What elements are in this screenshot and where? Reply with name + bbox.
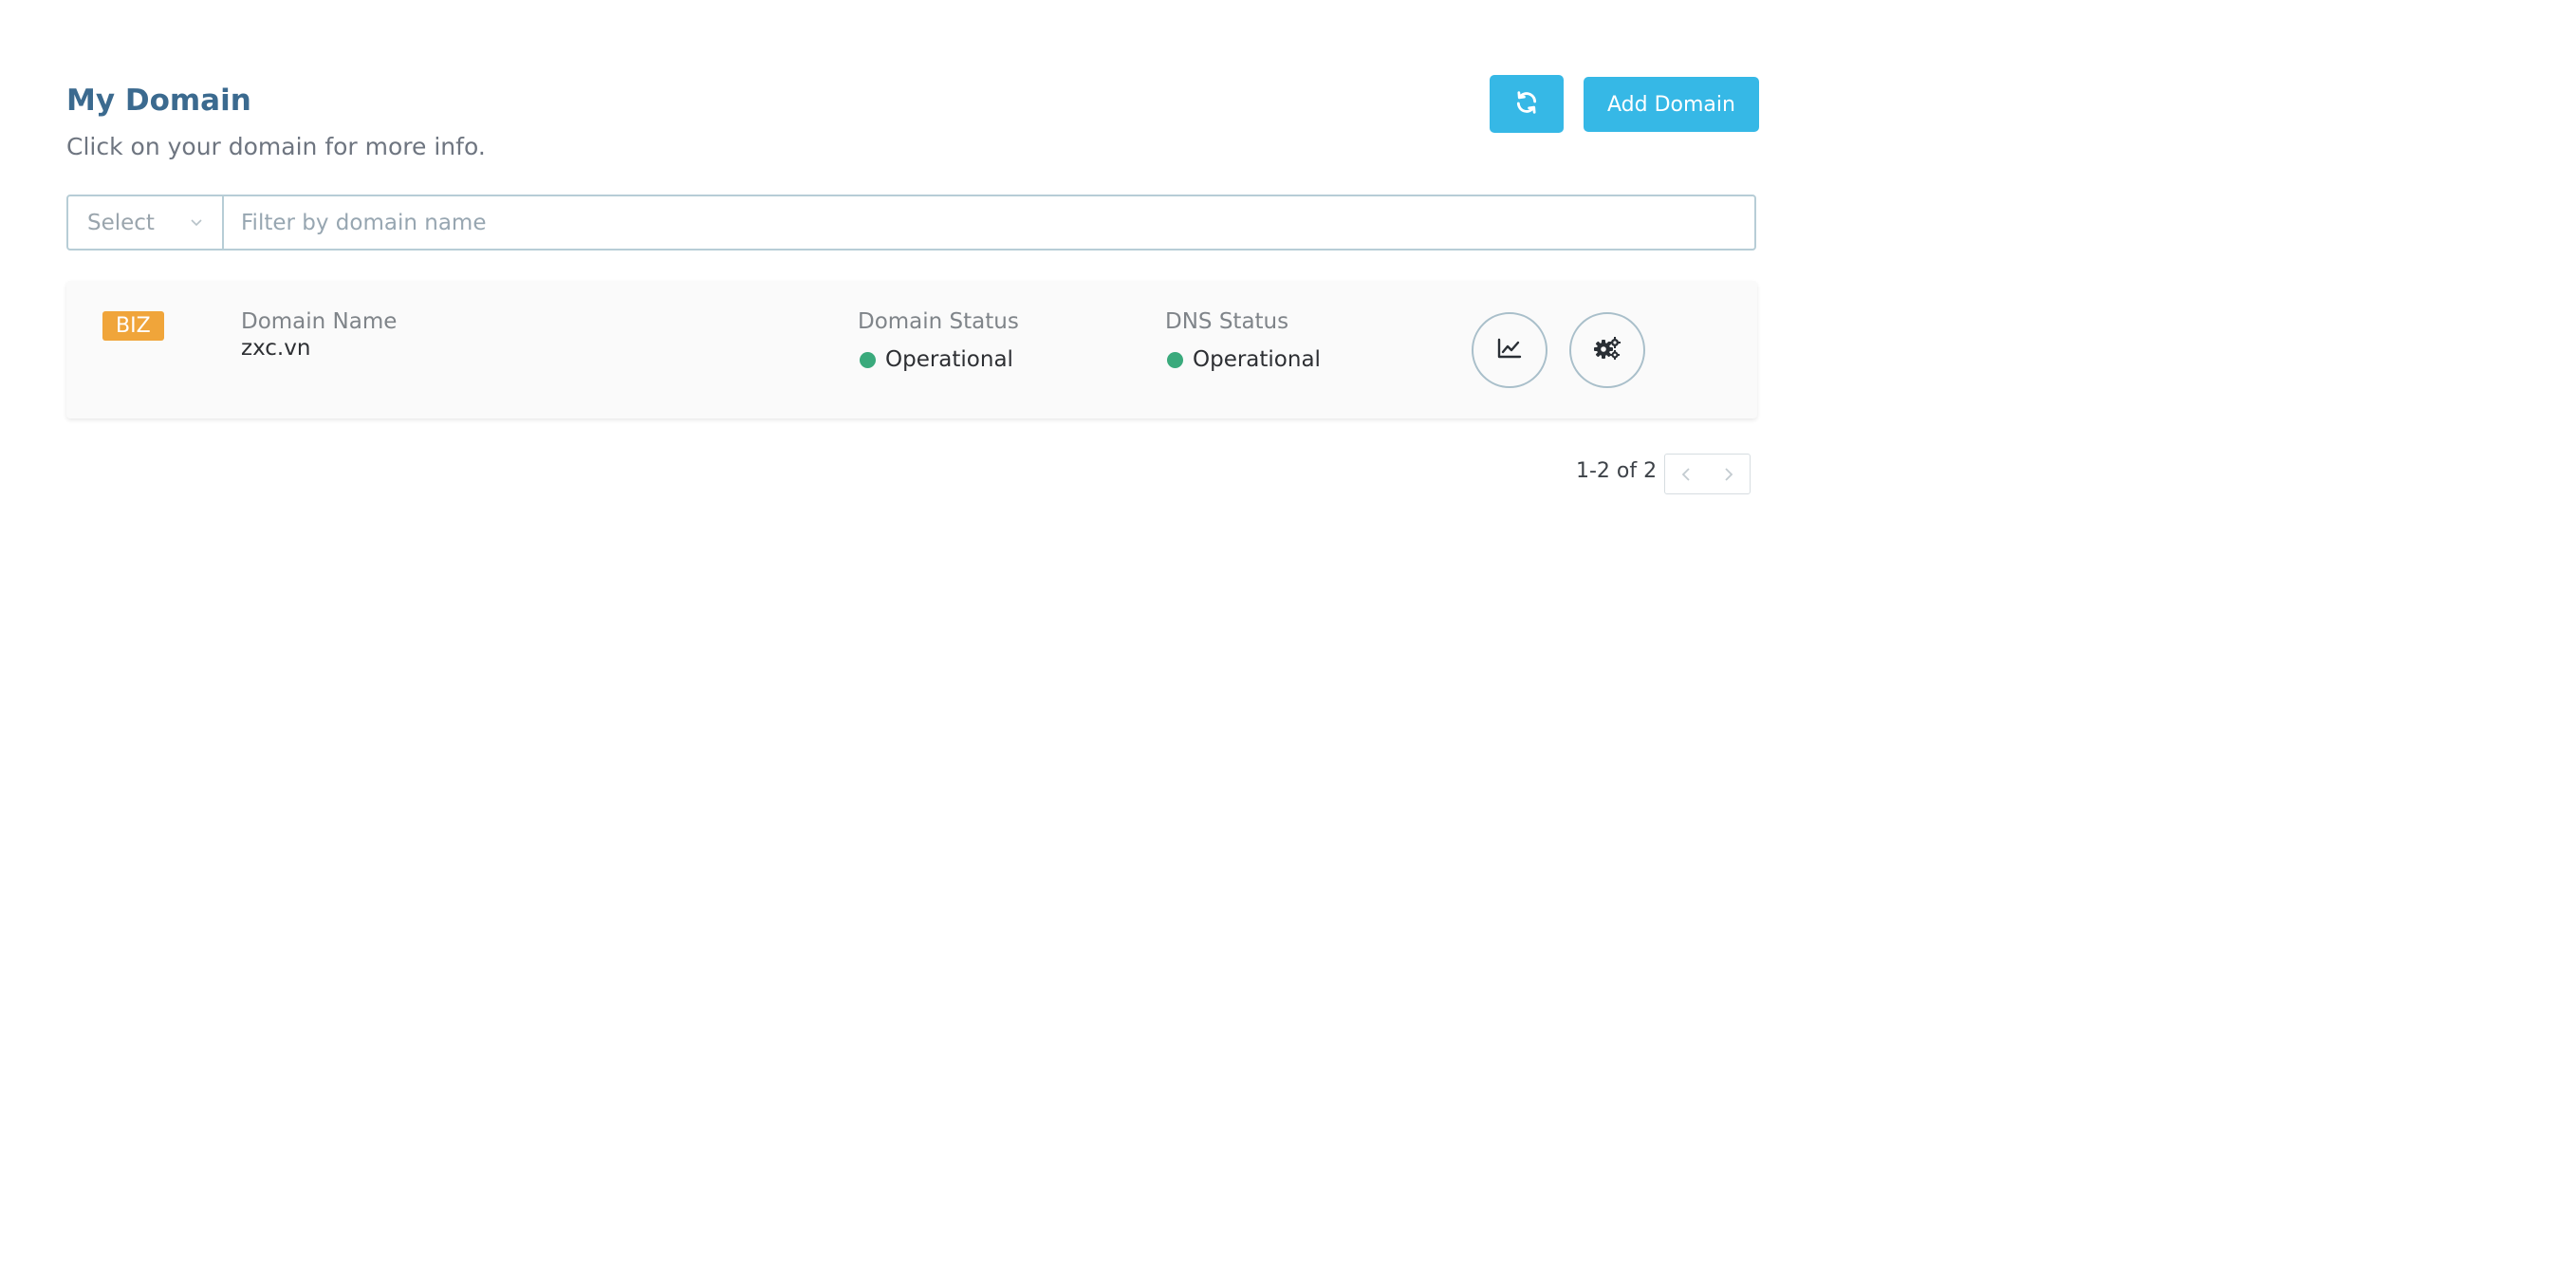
tld-select-label: Select xyxy=(87,210,155,235)
domain-name-label: Domain Name xyxy=(241,309,398,334)
filter-bar: Select xyxy=(66,195,1756,251)
statistics-button[interactable] xyxy=(1472,312,1547,388)
status-ok-dot xyxy=(860,351,876,368)
pagination xyxy=(1664,454,1751,494)
tld-badge: BIZ xyxy=(102,311,164,341)
add-domain-button[interactable]: Add Domain xyxy=(1584,77,1759,132)
domain-status-value: Operational xyxy=(885,347,1013,372)
chevron-left-icon xyxy=(1681,467,1690,481)
domain-filter-input[interactable] xyxy=(224,196,1754,249)
refresh-icon xyxy=(1514,90,1539,119)
domain-card[interactable]: BIZ Domain Name zxc.vn Domain Status Ope… xyxy=(66,281,1757,418)
prev-page-button[interactable] xyxy=(1665,455,1708,493)
dns-status: Operational xyxy=(1167,347,1321,372)
domain-name-value[interactable]: zxc.vn xyxy=(241,336,310,361)
tld-select[interactable]: Select xyxy=(68,196,224,249)
page-title: My Domain xyxy=(66,84,251,118)
gears-icon xyxy=(1592,335,1622,365)
page-subtitle: Click on your domain for more info. xyxy=(66,133,486,160)
settings-button[interactable] xyxy=(1569,312,1645,388)
chevron-down-icon xyxy=(190,214,203,232)
next-page-button[interactable] xyxy=(1708,455,1751,493)
refresh-button[interactable] xyxy=(1490,75,1564,133)
dns-status-value: Operational xyxy=(1193,347,1321,372)
chevron-right-icon xyxy=(1725,467,1733,481)
domain-status: Operational xyxy=(860,347,1013,372)
dns-status-label: DNS Status xyxy=(1165,309,1289,334)
chart-icon xyxy=(1497,338,1522,362)
page: My Domain Click on your domain for more … xyxy=(0,0,2576,1281)
status-ok-dot xyxy=(1167,351,1183,368)
domain-status-label: Domain Status xyxy=(858,309,1019,334)
pagination-range: 1-2 of 2 xyxy=(1576,459,1658,483)
